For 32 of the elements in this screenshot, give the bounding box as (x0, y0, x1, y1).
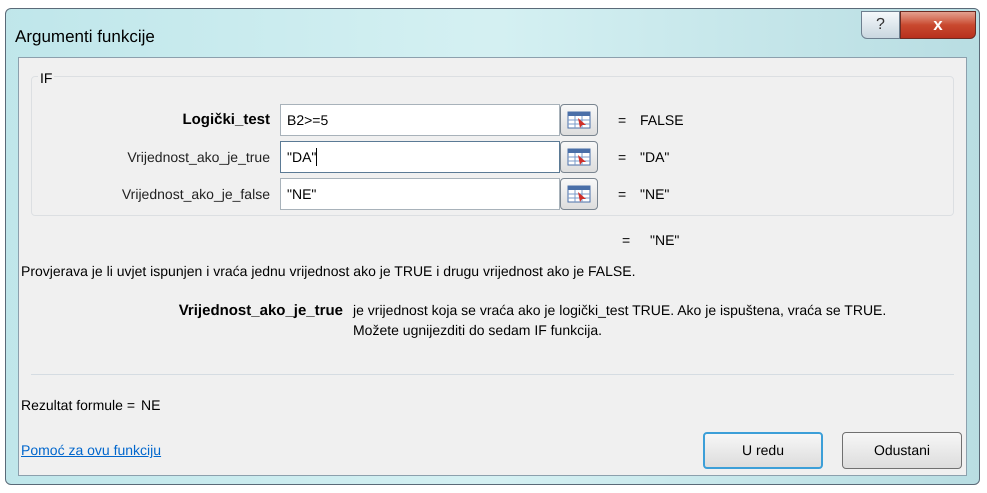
table-select-icon (567, 111, 591, 129)
argument-name: Vrijednost_ako_je_true (178, 301, 344, 321)
range-select-button[interactable] (560, 178, 598, 210)
equals-sign: = (618, 148, 628, 166)
equals-sign: = (618, 184, 628, 204)
equals-sign: = (618, 110, 628, 130)
function-result: "NE" (650, 231, 680, 250)
ok-button[interactable]: U redu (703, 432, 823, 469)
range-select-button[interactable] (560, 141, 598, 173)
help-button[interactable]: ? (861, 11, 900, 39)
argument-label: Logički_test (181, 110, 271, 130)
argument-label: Vrijednost_ako_je_true (126, 148, 271, 167)
argument-result: "DA" (640, 148, 670, 166)
text-cursor (316, 148, 318, 166)
argument-input[interactable]: "DA" (280, 141, 560, 173)
argument-result: FALSE (640, 110, 684, 130)
close-button[interactable]: x (900, 11, 976, 39)
argument-help-text: je vrijednost koja se vraća ako je logički_test TRUE. Ako je ispuštena, vraća se TRUE. Možete ugnijezditi do sedam IF funkcija. (353, 301, 888, 340)
help-link[interactable]: Pomoć za ovu funkciju (21, 440, 162, 461)
table-select-icon (567, 185, 591, 203)
function-description: Provjerava je li uvjet ispunjen i vraća jednu vrijednost ako je TRUE i drugu vrijednost ako je FALSE. (21, 262, 636, 281)
equals-sign: = (622, 231, 632, 250)
argument-label: Vrijednost_ako_je_false (120, 184, 271, 204)
argument-input[interactable]: B2>=5 (280, 104, 560, 136)
window-title: Argumenti funkcije (15, 26, 155, 48)
table-select-icon (567, 148, 591, 166)
cancel-button[interactable]: Odustani (842, 432, 962, 469)
formula-result-label: Rezultat formule = (21, 396, 135, 415)
range-select-button[interactable] (560, 104, 598, 136)
argument-input[interactable]: "NE" (280, 178, 560, 210)
formula-result-value: NE (141, 396, 160, 415)
argument-result: "NE" (640, 184, 670, 204)
